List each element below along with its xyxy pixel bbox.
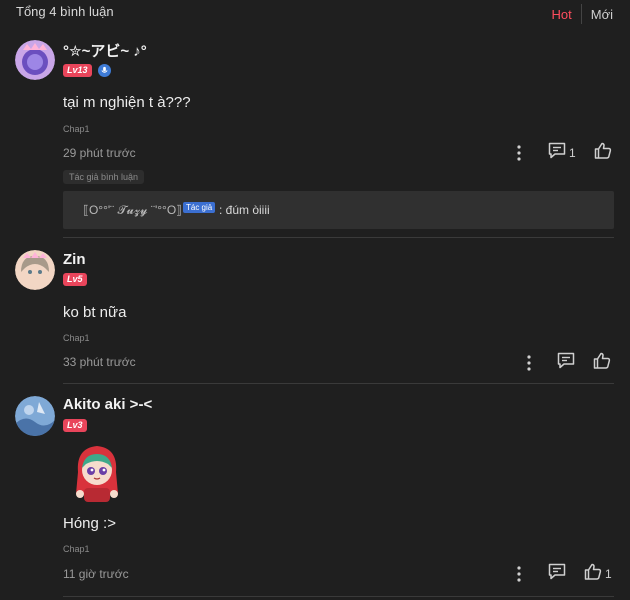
comment-icon bbox=[548, 142, 566, 164]
username[interactable]: Zin bbox=[63, 251, 86, 268]
timestamp: 33 phút trước bbox=[63, 355, 136, 369]
author-commented-tag: Tác giả bình luận bbox=[63, 170, 145, 184]
comment-actions: 1 bbox=[510, 563, 612, 585]
sort-hot-tab[interactable]: Hot bbox=[552, 7, 572, 22]
level-badge: Lv3 bbox=[63, 419, 87, 432]
reply-button[interactable]: 1 bbox=[548, 142, 576, 164]
like-count: 1 bbox=[605, 567, 612, 581]
reply-button[interactable] bbox=[548, 563, 566, 585]
more-options-icon[interactable] bbox=[520, 353, 538, 373]
more-options-icon[interactable] bbox=[510, 143, 528, 163]
comment-divider bbox=[63, 237, 614, 238]
chapter-label[interactable]: Chap1 bbox=[63, 124, 90, 134]
like-button[interactable] bbox=[594, 142, 612, 164]
chapter-label[interactable]: Chap1 bbox=[63, 544, 90, 554]
level-badge: Lv5 bbox=[63, 273, 87, 286]
reply-username[interactable]: ⟦O°°'¨ 𝓣𝓾𝔃𝔂 ¨'°°O⟧ bbox=[83, 203, 182, 218]
author-reply[interactable]: ⟦O°°'¨ 𝓣𝓾𝔃𝔂 ¨'°°O⟧ Tác giả : đúm òiiii bbox=[63, 191, 614, 229]
like-button[interactable] bbox=[593, 352, 611, 374]
avatar[interactable] bbox=[15, 40, 55, 80]
username[interactable]: °✮~アビ~ ♪° bbox=[63, 40, 147, 61]
thumbs-up-icon bbox=[593, 352, 611, 374]
like-button[interactable]: 1 bbox=[584, 563, 612, 585]
chapter-label[interactable]: Chap1 bbox=[63, 333, 90, 343]
total-comments-label: Tổng 4 bình luận bbox=[16, 4, 114, 19]
more-options-icon[interactable] bbox=[510, 564, 528, 584]
avatar[interactable] bbox=[15, 250, 55, 290]
comment-divider bbox=[63, 383, 614, 384]
author-badge: Tác giả bbox=[183, 202, 216, 213]
comment-actions: 1 bbox=[510, 142, 612, 164]
comment-icon bbox=[548, 563, 566, 585]
timestamp: 11 giờ trước bbox=[63, 567, 129, 581]
microphone-icon bbox=[97, 64, 111, 77]
sort-tabs: Hot Mới bbox=[552, 4, 613, 24]
level-badge: Lv13 bbox=[63, 64, 92, 77]
thumbs-up-icon bbox=[584, 563, 602, 585]
comment-divider bbox=[63, 596, 614, 597]
comment-actions bbox=[520, 352, 611, 374]
sticker-image bbox=[70, 442, 124, 506]
avatar[interactable] bbox=[15, 396, 55, 436]
thumbs-up-icon bbox=[594, 142, 612, 164]
username[interactable]: Akito aki >-< bbox=[63, 396, 152, 413]
sort-divider bbox=[580, 4, 582, 24]
reply-count: 1 bbox=[569, 146, 576, 160]
reply-button[interactable] bbox=[557, 352, 575, 374]
comment-text: tại m nghiện t à??? bbox=[63, 94, 191, 111]
user-badges: Lv5 bbox=[63, 273, 87, 286]
user-badges: Lv13 bbox=[63, 64, 111, 77]
comments-header: Tổng 4 bình luận Hot Mới bbox=[0, 0, 630, 26]
timestamp: 29 phút trước bbox=[63, 146, 136, 160]
comment-text: Hóng :> bbox=[63, 515, 116, 532]
sort-new-tab[interactable]: Mới bbox=[591, 7, 613, 22]
reply-text: : đúm òiiii bbox=[219, 203, 270, 217]
user-badges: Lv3 bbox=[63, 419, 87, 432]
comment-icon bbox=[557, 352, 575, 374]
comment-text: ko bt nữa bbox=[63, 304, 127, 321]
